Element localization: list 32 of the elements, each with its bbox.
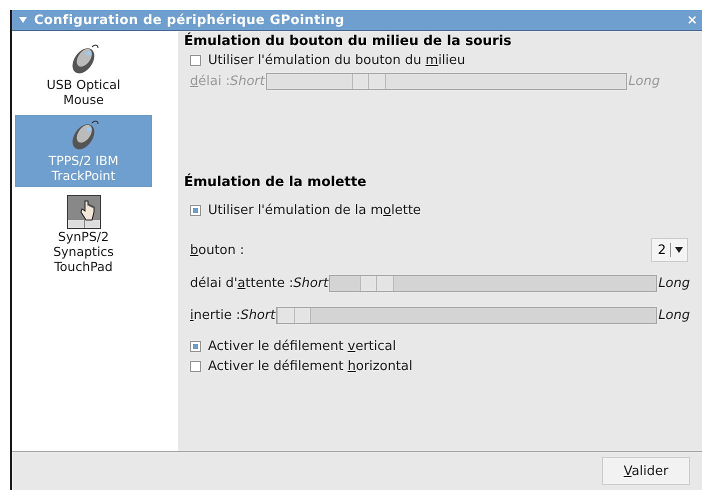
section-heading: Émulation du bouton du milieu de la souris: [184, 33, 512, 51]
checkbox-label[interactable]: Activer le défilement vertical: [208, 338, 396, 354]
slider-track[interactable]: [276, 306, 658, 324]
validate-button[interactable]: Valider: [602, 457, 690, 485]
min-label: Short: [293, 276, 328, 290]
device-item[interactable]: USB Optical Mouse: [15, 39, 152, 111]
slider-label: inertie :: [190, 308, 240, 322]
window-title: Configuration de périphérique GPointing: [34, 12, 346, 28]
slider-label: délai :: [190, 74, 230, 88]
menu-arrow-icon[interactable]: [18, 16, 28, 24]
min-label: Short: [240, 308, 276, 322]
checkbox-label[interactable]: Activer le défilement horizontal: [208, 358, 412, 374]
slider-thumb[interactable]: [360, 276, 394, 290]
checkbox-label[interactable]: Utiliser l'émulation de la molette: [208, 203, 421, 218]
max-label: Long: [658, 276, 690, 290]
checkbox[interactable]: [190, 360, 201, 372]
slider-track[interactable]: [329, 274, 658, 292]
min-label: Short: [230, 74, 265, 88]
slider-thumb[interactable]: [277, 308, 312, 322]
slider-label: délai d'attente :: [190, 276, 294, 290]
max-label: Long: [628, 74, 660, 88]
checkbox[interactable]: [190, 205, 201, 216]
button-dropdown[interactable]: 2: [650, 238, 688, 262]
checkbox[interactable]: [190, 55, 201, 66]
section-heading: Émulation de la molette: [184, 174, 368, 192]
checkbox[interactable]: [190, 340, 201, 352]
dropdown-arrow-icon: [675, 247, 683, 253]
button-label: bouton :: [190, 242, 244, 258]
max-label: Long: [658, 308, 690, 322]
device-item[interactable]: SynPS/2 Synaptics TouchPad: [15, 191, 152, 278]
checkbox-label[interactable]: Utiliser l'émulation du bouton du milieu: [208, 53, 466, 68]
touchpad-icon: [66, 195, 100, 229]
